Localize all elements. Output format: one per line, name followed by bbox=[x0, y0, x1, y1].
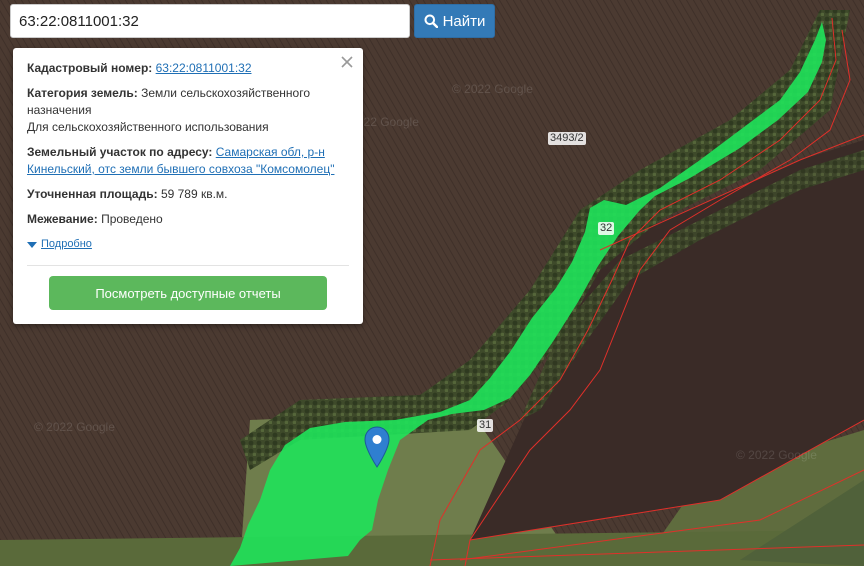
survey-value: Проведено bbox=[101, 212, 163, 226]
search-button[interactable]: Найти bbox=[414, 4, 495, 38]
parcel-label[interactable]: 31 bbox=[477, 419, 494, 432]
search-button-label: Найти bbox=[442, 12, 486, 30]
parcel-info-popup: Кадастровый номер: 63:22:0811001:32 Кате… bbox=[13, 48, 363, 324]
land-category-row: Категория земель: Земли сельскохозяйстве… bbox=[27, 85, 349, 136]
parcel-label[interactable]: 32 bbox=[598, 222, 615, 235]
details-toggle[interactable]: Подробно bbox=[27, 236, 349, 253]
cadastral-number-label: Кадастровый номер: bbox=[27, 61, 153, 75]
search-icon bbox=[424, 14, 438, 28]
map-watermark: © 2022 Google bbox=[736, 448, 817, 462]
parcel-label[interactable]: 3493/2 bbox=[548, 132, 586, 145]
cadastral-number-row: Кадастровый номер: 63:22:0811001:32 bbox=[27, 60, 349, 77]
survey-row: Межевание: Проведено bbox=[27, 211, 349, 228]
popup-divider bbox=[27, 265, 349, 266]
land-use-value: Для сельскохозяйственного использования bbox=[27, 120, 269, 134]
address-label: Земельный участок по адресу: bbox=[27, 145, 213, 159]
survey-label: Межевание: bbox=[27, 212, 98, 226]
area-label: Уточненная площадь: bbox=[27, 187, 158, 201]
area-row: Уточненная площадь: 59 789 кв.м. bbox=[27, 186, 349, 203]
view-reports-button[interactable]: Посмотреть доступные отчеты bbox=[49, 276, 327, 310]
area-value: 59 789 кв.м. bbox=[160, 187, 228, 201]
details-link[interactable]: Подробно bbox=[41, 236, 92, 253]
location-pin-icon[interactable] bbox=[364, 426, 390, 468]
close-icon[interactable] bbox=[339, 54, 355, 70]
address-row: Земельный участок по адресу: Самарская о… bbox=[27, 144, 349, 178]
search-input[interactable] bbox=[10, 4, 410, 38]
map-watermark: © 2022 Google bbox=[34, 420, 115, 434]
cadastral-number-link[interactable]: 63:22:0811001:32 bbox=[156, 61, 252, 75]
land-category-label: Категория земель: bbox=[27, 86, 138, 100]
caret-down-icon bbox=[27, 241, 37, 248]
map-watermark: © 2022 Google bbox=[452, 82, 533, 96]
